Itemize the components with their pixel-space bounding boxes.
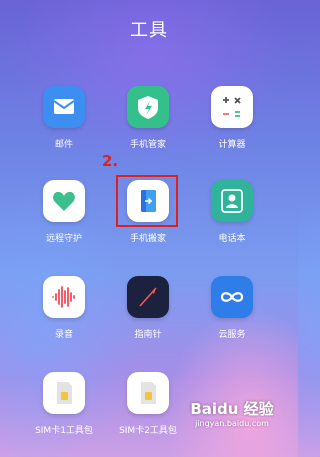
app-label: 邮件 xyxy=(54,140,73,150)
app-label: 远程守护 xyxy=(45,234,82,244)
watermark-site: jingyan.baidu.com xyxy=(195,419,269,428)
app-phone-manager[interactable]: 手机管家 xyxy=(108,86,188,150)
app-compass[interactable]: 指南针 xyxy=(108,276,188,340)
sim-card-icon xyxy=(43,372,85,414)
app-sim1-toolkit[interactable]: SIM卡1工具包 xyxy=(24,372,104,436)
app-label: 手机搬家 xyxy=(129,234,166,244)
app-label: 录音 xyxy=(54,330,73,340)
app-label: SIM卡1工具包 xyxy=(35,426,93,436)
compass-icon xyxy=(127,276,169,318)
cloud-service-icon xyxy=(211,276,253,318)
app-label: 电话本 xyxy=(218,234,246,244)
calculator-icon xyxy=(211,86,253,128)
shield-icon xyxy=(127,86,169,128)
app-mail[interactable]: 邮件 xyxy=(24,86,104,150)
app-label: 计算器 xyxy=(218,140,246,150)
recorder-icon xyxy=(43,276,85,318)
app-calculator[interactable]: 计算器 xyxy=(192,86,272,150)
app-remote-guard[interactable]: 远程守护 xyxy=(24,180,104,244)
app-label: 指南针 xyxy=(134,330,162,340)
heart-icon xyxy=(43,180,85,222)
step-number-annotation: 2. xyxy=(102,152,119,170)
mail-icon xyxy=(43,86,85,128)
app-recorder[interactable]: 录音 xyxy=(24,276,104,340)
app-cloud-service[interactable]: 云服务 xyxy=(192,276,272,340)
highlight-box xyxy=(116,175,178,227)
contact-icon xyxy=(211,180,253,222)
app-contacts[interactable]: 电话本 xyxy=(192,180,272,244)
watermark-logo: Baidu 经验 xyxy=(190,400,274,418)
sim-card-icon xyxy=(127,372,169,414)
baidu-jingyan-watermark: Baidu 经验 jingyan.baidu.com xyxy=(170,398,294,428)
app-label: 云服务 xyxy=(218,330,246,340)
folder-title: 工具 xyxy=(130,20,168,41)
app-label: 手机管家 xyxy=(129,140,166,150)
